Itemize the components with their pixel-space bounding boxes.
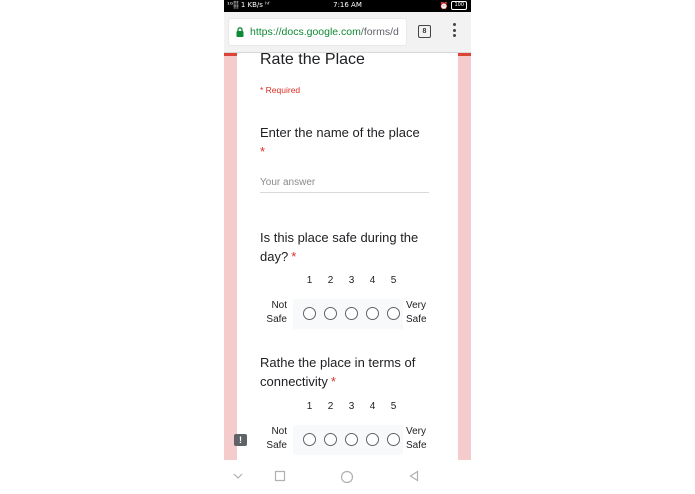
radio-option-3[interactable] bbox=[345, 307, 358, 320]
battery-indicator: 100 bbox=[451, 1, 467, 10]
lock-icon bbox=[236, 27, 244, 37]
radio-option-4[interactable] bbox=[366, 433, 379, 446]
url-path: /forms/d bbox=[360, 26, 399, 38]
question-2-low-label: Not Safe bbox=[266, 300, 287, 325]
status-right: ⏰ 100 bbox=[440, 1, 467, 10]
nav-back-icon[interactable] bbox=[408, 470, 420, 482]
question-2-text: Is this place safe during the day? bbox=[260, 230, 419, 264]
question-3-scale-numbers: 1 2 3 4 5 bbox=[299, 401, 404, 412]
scale-number: 2 bbox=[327, 401, 334, 412]
radio-option-2[interactable] bbox=[324, 307, 337, 320]
question-3-text: Rathe the place in terms of connectivity bbox=[260, 355, 416, 389]
status-time: 7:16 AM bbox=[333, 1, 362, 9]
question-3-low-label: Not Safe bbox=[266, 426, 287, 451]
required-star: * bbox=[260, 144, 266, 159]
question-2-high-label: Very Safe bbox=[406, 300, 427, 325]
alarm-icon: ⏰ bbox=[439, 1, 449, 10]
nav-home-icon[interactable] bbox=[340, 470, 354, 484]
question-1-text: Enter the name of the place bbox=[260, 125, 420, 140]
nav-recents-icon[interactable] bbox=[274, 470, 286, 482]
radio-option-1[interactable] bbox=[303, 433, 316, 446]
phone-screen: ¹ᴳ⸽⸽⸽ 1 KB/s ʰᶠ 7:16 AM ⏰ 100 https://do… bbox=[224, 0, 471, 494]
question-3-scale bbox=[299, 433, 404, 446]
overflow-menu-icon[interactable] bbox=[450, 23, 458, 41]
status-bar: ¹ᴳ⸽⸽⸽ 1 KB/s ʰᶠ 7:16 AM ⏰ 100 bbox=[224, 0, 471, 12]
question-2-scale-numbers: 1 2 3 4 5 bbox=[299, 275, 404, 286]
radio-option-5[interactable] bbox=[387, 433, 400, 446]
nav-down-icon[interactable] bbox=[232, 470, 244, 482]
radio-option-2[interactable] bbox=[324, 433, 337, 446]
scale-number: 5 bbox=[390, 401, 397, 412]
scale-number: 3 bbox=[348, 275, 355, 286]
question-2-title: Is this place safe during the day? * bbox=[260, 228, 440, 266]
radio-option-5[interactable] bbox=[387, 307, 400, 320]
url-bar[interactable]: https://docs.google.com/forms/d bbox=[229, 19, 406, 45]
scale-number: 5 bbox=[390, 275, 397, 286]
place-name-input[interactable]: Your answer bbox=[260, 176, 429, 193]
scale-number: 1 bbox=[306, 275, 313, 286]
system-nav-bar bbox=[224, 461, 471, 494]
url-host: https://docs.google.com bbox=[250, 26, 361, 38]
radio-option-3[interactable] bbox=[345, 433, 358, 446]
scale-number: 4 bbox=[369, 275, 376, 286]
form-card: Rate the Place * Required Enter the name… bbox=[237, 53, 458, 460]
scale-number: 3 bbox=[348, 401, 355, 412]
form-page: Rate the Place * Required Enter the name… bbox=[224, 53, 471, 460]
form-title: Rate the Place bbox=[260, 53, 365, 68]
required-star: * bbox=[330, 374, 336, 389]
url-text: https://docs.google.com/forms/d bbox=[250, 26, 399, 38]
feedback-icon[interactable]: ! bbox=[234, 434, 247, 446]
scale-number: 1 bbox=[306, 401, 313, 412]
scale-number: 4 bbox=[369, 401, 376, 412]
radio-option-1[interactable] bbox=[303, 307, 316, 320]
question-3-title: Rathe the place in terms of connectivity… bbox=[260, 353, 440, 391]
tab-switcher-icon[interactable]: 8 bbox=[418, 25, 431, 38]
question-2-scale bbox=[299, 307, 404, 320]
radio-option-4[interactable] bbox=[366, 307, 379, 320]
required-note: * Required bbox=[260, 85, 301, 95]
question-1-title: Enter the name of the place * bbox=[260, 123, 440, 161]
scale-number: 2 bbox=[327, 275, 334, 286]
question-3-high-label: Very Safe bbox=[406, 426, 427, 451]
browser-toolbar: https://docs.google.com/forms/d 8 bbox=[224, 12, 471, 53]
required-star: * bbox=[291, 249, 297, 264]
